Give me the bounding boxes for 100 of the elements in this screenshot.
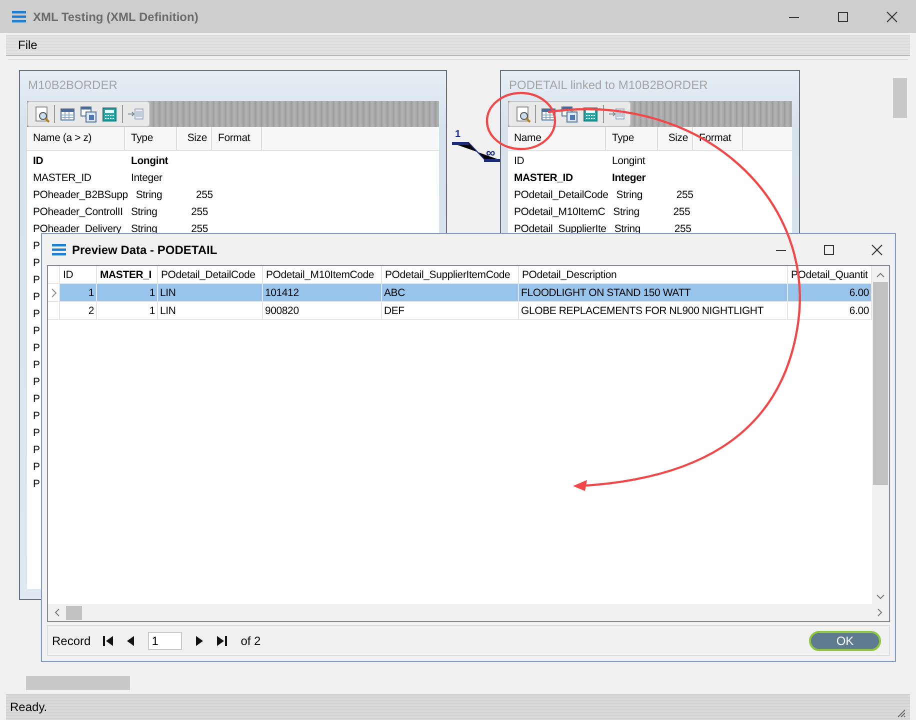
- table-cell: LIN: [158, 302, 263, 320]
- table-cell: 101412: [263, 284, 382, 302]
- field-type: String: [130, 206, 158, 218]
- field-size: 255: [672, 206, 692, 218]
- relation-label: 1: [455, 129, 461, 140]
- close-icon[interactable]: [871, 244, 883, 256]
- record-field[interactable]: 1: [148, 632, 182, 650]
- table-cell: DEF: [382, 302, 519, 320]
- field-name: P: [32, 410, 41, 422]
- resize-grip-icon[interactable]: [896, 708, 906, 718]
- dialog-title: Preview Data - PODETAIL: [72, 242, 218, 256]
- maximize-icon[interactable]: [837, 10, 849, 22]
- horizontal-scrollbar[interactable]: [48, 604, 889, 621]
- arrow-list-icon[interactable]: [127, 106, 144, 122]
- menu-icon[interactable]: [52, 243, 66, 256]
- field-type: String: [613, 222, 642, 234]
- document-magnifier-icon[interactable]: [33, 106, 50, 122]
- field-name: P: [32, 376, 41, 388]
- field-type: Longint: [130, 154, 170, 166]
- scroll-thumb[interactable]: [66, 606, 82, 620]
- field-name: P: [32, 274, 41, 286]
- record-label: Record: [52, 634, 91, 648]
- scroll-thumb[interactable]: [873, 282, 888, 485]
- table-cell: 1: [60, 284, 97, 302]
- column-header[interactable]: Type: [606, 127, 658, 150]
- grid-row[interactable]: 1 1 LIN 101412 ABC FLOODLIGHT ON STAND 150 WATT 6.00: [48, 284, 872, 302]
- relation-label: ∞: [486, 147, 496, 159]
- scroll-thumb[interactable]: [26, 676, 130, 690]
- field-name: P: [32, 478, 41, 490]
- column-header[interactable]: Type: [125, 127, 177, 150]
- field-size: 255: [194, 188, 214, 200]
- field-type: String: [615, 188, 644, 200]
- relation-line: [451, 141, 501, 163]
- column-header[interactable]: Name (a > z): [27, 127, 125, 150]
- field-size: 255: [190, 206, 209, 218]
- field-type: String: [130, 222, 158, 234]
- field-type: Integer: [130, 172, 164, 184]
- table-cell: 2: [60, 302, 97, 320]
- chevron-icon: [50, 288, 56, 298]
- table-cell: 900820: [263, 302, 382, 320]
- field-type: String: [612, 206, 640, 218]
- table-cell: ABC: [382, 284, 519, 302]
- field-name: P: [32, 308, 41, 320]
- windows-icon[interactable]: [80, 106, 97, 122]
- field-name: POdetail_DetailCode: [513, 188, 610, 200]
- field-name: P: [32, 256, 41, 268]
- annotation-circle: [486, 92, 556, 150]
- field-name: P: [32, 240, 41, 252]
- document-magnifier-icon[interactable]: [514, 106, 531, 122]
- field-size: 255: [675, 188, 694, 200]
- field-type: Integer: [611, 172, 647, 184]
- table-title: M10B2BORDER: [27, 77, 118, 94]
- field-name: POdetail_M10ItemC: [513, 206, 606, 218]
- field-name: P: [32, 324, 41, 336]
- column-header[interactable]: Size: [177, 127, 212, 150]
- field-name: MASTER_ID: [32, 172, 92, 184]
- vertical-scrollbar[interactable]: [872, 266, 889, 604]
- previous-record-icon[interactable]: [126, 636, 134, 646]
- arrow-list-icon[interactable]: [608, 106, 625, 122]
- field-name: P: [32, 392, 41, 404]
- ok-button[interactable]: OK: [809, 630, 881, 650]
- field-name: P: [32, 444, 41, 456]
- calculator-icon[interactable]: [101, 106, 118, 122]
- windows-icon[interactable]: [561, 106, 578, 122]
- table-cell: GLOBE REPLACEMENTS FOR NL900 NIGHTLIGHT: [519, 302, 788, 320]
- field-name: ID: [513, 154, 526, 166]
- grid-row[interactable]: 2 1 LIN 900820 DEF GLOBE REPLACEMENTS FOR NL900 NIGHTLIGHT 6.00: [48, 302, 872, 320]
- scroll-thumb[interactable]: [893, 78, 907, 118]
- field-name: ID: [32, 154, 44, 166]
- field-name: P: [32, 460, 41, 472]
- field-name: POheader_ControlII: [32, 206, 124, 218]
- next-record-icon[interactable]: [196, 636, 203, 646]
- menu-icon[interactable]: [12, 10, 26, 23]
- last-record-icon[interactable]: [216, 636, 227, 646]
- table-cell: 1: [97, 284, 158, 302]
- column-header[interactable]: Name: [508, 127, 606, 150]
- table-cell: LIN: [158, 284, 263, 302]
- field-name: MASTER_ID: [513, 172, 574, 184]
- first-record-icon[interactable]: [102, 636, 113, 646]
- table-cell: 1: [97, 302, 158, 320]
- field-name: P: [32, 342, 41, 354]
- status-text: Ready.: [10, 700, 48, 714]
- maximize-icon[interactable]: [823, 244, 835, 256]
- field-size: 255: [673, 222, 692, 234]
- field-name: P: [32, 358, 41, 370]
- table-cell: FLOODLIGHT ON STAND 150 WATT: [519, 284, 788, 302]
- field-type: Longint: [611, 154, 646, 166]
- field-name: P: [32, 426, 41, 438]
- field-type: String: [134, 188, 164, 200]
- record-count: of 2: [240, 634, 261, 648]
- column-header[interactable]: Size: [658, 127, 693, 150]
- table-title: PODETAIL linked to M10B2BORDER: [508, 77, 709, 94]
- grid-icon[interactable]: [59, 106, 76, 122]
- field-name: P: [32, 290, 41, 302]
- close-icon[interactable]: [886, 10, 898, 22]
- column-header[interactable]: Format: [212, 127, 262, 150]
- menu-item[interactable]: File: [18, 38, 38, 52]
- field-name: POdetail_SupplierIte: [513, 222, 608, 234]
- field-size: 255: [190, 222, 209, 234]
- field-name: POheader_B2BSupp: [32, 188, 129, 200]
